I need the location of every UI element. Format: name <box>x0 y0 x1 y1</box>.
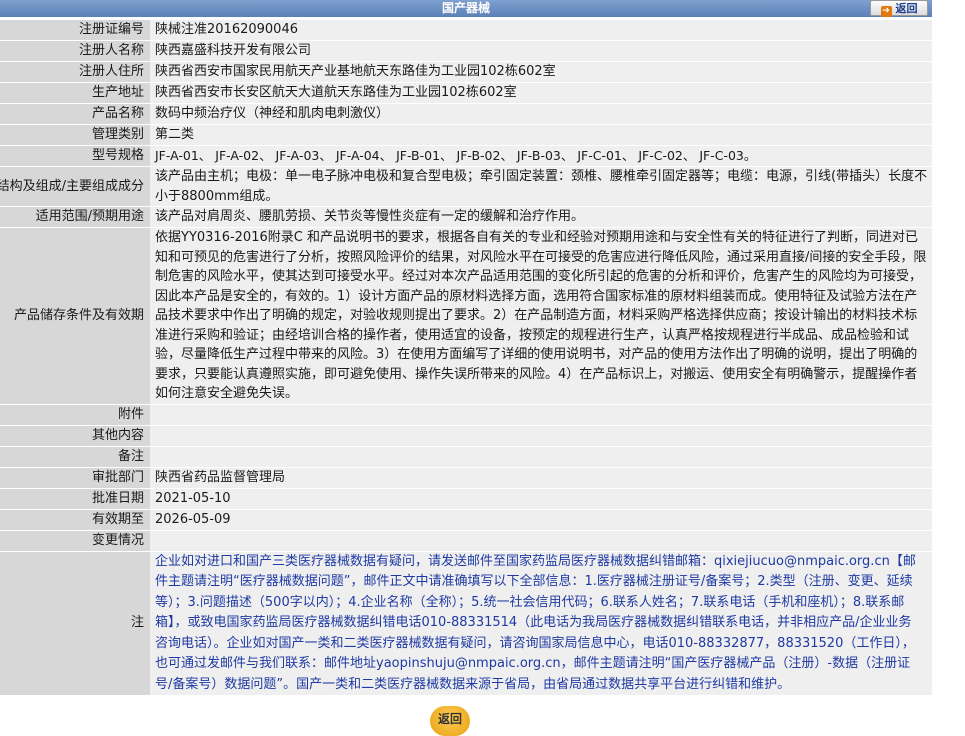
field-label: 注册证编号 <box>0 20 150 40</box>
page-title: 国产器械 <box>441 1 490 15</box>
table-row: 审批部门 陕西省药品监督管理局 <box>0 467 932 488</box>
field-label: 审批部门 <box>0 467 150 488</box>
table-row: 其他内容 <box>0 425 932 446</box>
field-value: 第二类 <box>150 125 932 145</box>
back-button[interactable]: ➔ 返回 <box>870 0 928 17</box>
field-value: 2026-05-09 <box>150 509 932 530</box>
table-row: 产品名称 数码中频治疗仪（神经和肌肉电刺激仪） <box>0 104 932 124</box>
field-label: 附件 <box>0 404 150 425</box>
table-row: 适用范围/预期用途 该产品对肩周炎、腰肌劳损、关节炎等慢性炎症有一定的缓解和治疗… <box>0 207 932 227</box>
footer-back-label: 返回 <box>437 712 462 726</box>
field-label: 适用范围/预期用途 <box>0 207 150 227</box>
table-row: 批准日期 2021-05-10 <box>0 488 932 509</box>
field-value: 2021-05-10 <box>150 488 932 509</box>
footer-back-button[interactable]: 返回 <box>430 706 470 736</box>
table-row: 有效期至 2026-05-09 <box>0 509 932 530</box>
table-row: 注册证编号 陕械注准20162090046 <box>0 20 932 40</box>
note-label: 注 <box>0 551 150 695</box>
field-label: 型号规格 <box>0 146 150 166</box>
device-info-table: 注册证编号 陕械注准20162090046 注册人名称 陕西嘉盛科技开发有限公司… <box>0 19 932 696</box>
table-row: 结构及组成/主要组成成分 该产品由主机；电极：单一电子脉冲电极和复合型电极；牵引… <box>0 167 932 206</box>
field-value: 陕西省西安市长安区航天大道航天东路佳为工业园102栋602室 <box>150 83 932 103</box>
field-label: 产品名称 <box>0 104 150 124</box>
table-row: 生产地址 陕西省西安市长安区航天大道航天东路佳为工业园102栋602室 <box>0 83 932 103</box>
field-label: 批准日期 <box>0 488 150 509</box>
field-label: 管理类别 <box>0 125 150 145</box>
table-row: 注册人名称 陕西嘉盛科技开发有限公司 <box>0 41 932 61</box>
field-value: 该产品由主机；电极：单一电子脉冲电极和复合型电极；牵引固定装置：颈椎、腰椎牵引固… <box>150 167 932 206</box>
field-value <box>150 404 932 425</box>
field-label: 生产地址 <box>0 83 150 103</box>
field-label: 产品储存条件及有效期 <box>0 228 150 404</box>
field-value <box>150 530 932 551</box>
field-label: 注册人名称 <box>0 41 150 61</box>
field-value: 该产品对肩周炎、腰肌劳损、关节炎等慢性炎症有一定的缓解和治疗作用。 <box>150 207 932 227</box>
table-row: 附件 <box>0 404 932 425</box>
arrow-right-icon: ➔ <box>880 6 892 17</box>
field-value: JF-A-01、 JF-A-02、 JF-A-03、 JF-A-04、 JF-B… <box>150 146 932 166</box>
field-value: 陕西省药品监督管理局 <box>150 467 932 488</box>
field-label: 其他内容 <box>0 425 150 446</box>
field-value: 数码中频治疗仪（神经和肌肉电刺激仪） <box>150 104 932 124</box>
field-label: 备注 <box>0 446 150 467</box>
page-header-bar: 国产器械 ➔ 返回 <box>0 0 932 17</box>
table-row: 型号规格 JF-A-01、 JF-A-02、 JF-A-03、 JF-A-04、… <box>0 146 932 166</box>
table-row: 管理类别 第二类 <box>0 125 932 145</box>
field-label: 变更情况 <box>0 530 150 551</box>
field-value: 依据YY0316-2016附录C 和产品说明书的要求，根据各自有关的专业和经验对… <box>150 228 932 404</box>
field-label: 结构及组成/主要组成成分 <box>0 167 150 206</box>
field-label: 有效期至 <box>0 509 150 530</box>
field-value <box>150 425 932 446</box>
field-label: 注册人住所 <box>0 62 150 82</box>
table-row: 注 企业如对进口和国产三类医疗器械数据有疑问，请发送邮件至国家药监局医疗器械数据… <box>0 551 932 695</box>
field-value: 陕械注准20162090046 <box>150 20 932 40</box>
field-value <box>150 446 932 467</box>
note-text: 企业如对进口和国产三类医疗器械数据有疑问，请发送邮件至国家药监局医疗器械数据纠错… <box>150 551 932 695</box>
field-value: 陕西省西安市国家民用航天产业基地航天东路佳为工业园102栋602室 <box>150 62 932 82</box>
table-row: 变更情况 <box>0 530 932 551</box>
table-row: 备注 <box>0 446 932 467</box>
table-row: 产品储存条件及有效期 依据YY0316-2016附录C 和产品说明书的要求，根据… <box>0 228 932 404</box>
field-value: 陕西嘉盛科技开发有限公司 <box>150 41 932 61</box>
table-row: 注册人住所 陕西省西安市国家民用航天产业基地航天东路佳为工业园102栋602室 <box>0 62 932 82</box>
back-button-label: 返回 <box>895 2 918 15</box>
